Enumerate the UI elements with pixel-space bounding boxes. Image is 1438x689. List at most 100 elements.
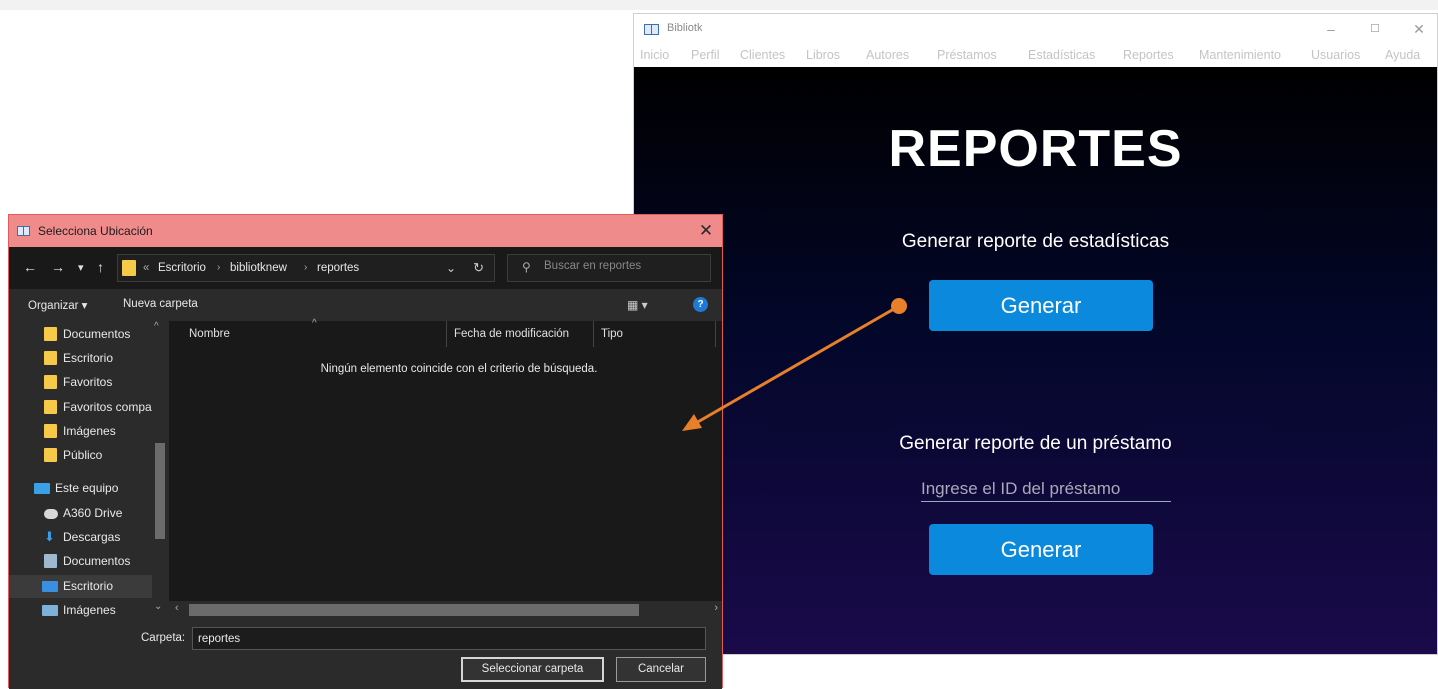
column-header-fecha[interactable]: Fecha de modificación [454, 328, 569, 340]
menu-estadisticas[interactable]: Estadísticas [1028, 48, 1095, 62]
nav-item-escritorio-pc[interactable]: Escritorio [9, 575, 157, 598]
nav-item-favoritos-compartidos[interactable]: Favoritos compa [9, 396, 157, 419]
scrollbar-thumb[interactable] [189, 604, 639, 616]
scroll-left-chevron-icon[interactable]: ‹ [175, 602, 179, 614]
dialog-titlebar: Selecciona Ubicación ✕ [9, 215, 722, 247]
nav-item-imagenes-pc[interactable]: Imágenes [9, 599, 157, 617]
breadcrumb-overflow[interactable]: « [143, 262, 149, 274]
nav-item-escritorio[interactable]: Escritorio [9, 347, 157, 370]
nav-item-label: Imágenes [63, 603, 116, 617]
select-folder-button[interactable]: Seleccionar carpeta [461, 657, 604, 682]
nav-item-label: Descargas [63, 530, 121, 544]
loan-id-input[interactable] [921, 476, 1171, 502]
nav-item-label: Documentos [63, 327, 131, 341]
nav-item-label: Documentos [63, 554, 131, 568]
cancel-button[interactable]: Cancelar [616, 657, 706, 682]
minimize-button[interactable]: – [1314, 18, 1348, 40]
dialog-footer: Carpeta: Seleccionar carpeta Cancelar [9, 617, 722, 689]
column-divider[interactable] [446, 321, 447, 347]
menu-bar: Inicio Perfil Clientes Libros Autores Pr… [634, 45, 1437, 67]
nav-item-imagenes[interactable]: Imágenes [9, 420, 157, 443]
up-arrow-icon[interactable]: ↑ [97, 259, 104, 275]
recent-locations-chevron-icon[interactable]: ▾ [78, 261, 84, 274]
dialog-title: Selecciona Ubicación [38, 224, 153, 238]
menu-usuarios[interactable]: Usuarios [1311, 48, 1360, 62]
nav-item-label: Público [63, 448, 103, 462]
menu-reportes[interactable]: Reportes [1123, 48, 1174, 62]
menu-prestamos[interactable]: Préstamos [937, 48, 997, 62]
menu-inicio[interactable]: Inicio [640, 48, 669, 62]
forward-arrow-icon[interactable]: → [51, 259, 65, 275]
nav-item-label: Favoritos compa [63, 400, 152, 414]
folder-icon [44, 375, 57, 389]
page-title: REPORTES [888, 120, 1183, 178]
scroll-right-chevron-icon[interactable]: › [714, 602, 718, 614]
menu-mantenimiento[interactable]: Mantenimiento [1199, 48, 1281, 62]
nav-item-label: Favoritos [63, 375, 113, 389]
search-icon: ⚲ [522, 260, 531, 274]
new-folder-button[interactable]: Nueva carpeta [123, 298, 198, 310]
sort-up-chevron-icon: ^ [312, 318, 317, 329]
nav-item-a360-drive[interactable]: A360 Drive [9, 502, 157, 525]
column-header-nombre[interactable]: Nombre [189, 328, 230, 340]
dialog-close-button[interactable]: ✕ [692, 219, 720, 243]
breadcrumb-escritorio[interactable]: Escritorio [158, 262, 206, 274]
generate-stats-button[interactable]: Generar [929, 280, 1153, 331]
nav-pane-scrollbar[interactable]: ^ ⌄ [152, 321, 168, 617]
column-divider[interactable] [593, 321, 594, 347]
menu-ayuda[interactable]: Ayuda [1385, 48, 1420, 62]
back-arrow-icon[interactable]: ← [23, 259, 37, 275]
scrollbar-thumb[interactable] [155, 443, 165, 539]
nav-item-descargas[interactable]: ⬇ Descargas [9, 526, 157, 549]
column-divider[interactable] [715, 321, 716, 347]
download-icon: ⬇ [44, 529, 55, 544]
organize-menu-button[interactable]: Organizar ▾ [28, 298, 87, 312]
search-box[interactable]: ⚲ [507, 254, 711, 282]
loan-report-label: Generar reporte de un préstamo [899, 433, 1172, 454]
nav-item-label: A360 Drive [63, 506, 123, 520]
address-bar[interactable]: « Escritorio › bibliotknew › reportes ⌄ … [117, 254, 495, 282]
select-location-dialog: Selecciona Ubicación ✕ ← → ▾ ↑ « Escrito… [8, 214, 723, 689]
scroll-down-chevron-icon[interactable]: ⌄ [154, 601, 162, 612]
view-options-icon[interactable]: ▦ ▾ [627, 298, 648, 312]
stats-report-label: Generar reporte de estadísticas [901, 231, 1170, 252]
app-title: Bibliotk [667, 22, 703, 34]
desktop-strip [0, 0, 1438, 10]
menu-autores[interactable]: Autores [866, 48, 909, 62]
nav-item-documentos-pc[interactable]: Documentos [9, 550, 157, 573]
file-list: ^ Nombre Fecha de modificación Tipo Ning… [169, 318, 722, 601]
computer-icon [34, 483, 50, 494]
search-input[interactable] [544, 260, 704, 272]
menu-libros[interactable]: Libros [806, 48, 840, 62]
folder-field-label: Carpeta: [141, 632, 186, 644]
address-dropdown-icon[interactable]: ⌄ [446, 261, 456, 275]
folder-icon [44, 327, 57, 341]
breadcrumb-reportes[interactable]: reportes [317, 262, 359, 274]
folder-name-field[interactable] [192, 627, 706, 650]
nav-item-favoritos[interactable]: Favoritos [9, 371, 157, 394]
breadcrumb-separator: › [217, 262, 221, 273]
nav-item-publico[interactable]: Público [9, 444, 157, 467]
nav-item-label: Este equipo [55, 481, 119, 495]
navigation-bar: ← → ▾ ↑ « Escritorio › bibliotknew › rep… [9, 247, 722, 289]
file-list-scrollbar[interactable]: ‹ › [169, 601, 722, 617]
nav-item-label: Imágenes [63, 424, 116, 438]
book-icon [644, 24, 659, 35]
generate-loan-button[interactable]: Generar [929, 524, 1153, 575]
column-header-tipo[interactable]: Tipo [601, 328, 623, 340]
close-button[interactable]: ✕ [1402, 18, 1436, 40]
app-titlebar: Bibliotk – ☐ ✕ [634, 14, 1437, 45]
folder-icon [44, 351, 57, 365]
breadcrumb-bibliotknew[interactable]: bibliotknew [230, 262, 287, 274]
help-icon[interactable]: ? [693, 297, 708, 312]
folder-icon [44, 448, 57, 462]
menu-perfil[interactable]: Perfil [691, 48, 719, 62]
breadcrumb-separator: › [304, 262, 308, 273]
nav-item-este-equipo[interactable]: Este equipo [9, 477, 157, 500]
navigation-pane: Documentos Escritorio Favoritos Favorito… [9, 321, 169, 617]
nav-item-documentos[interactable]: Documentos [9, 323, 157, 346]
maximize-button[interactable]: ☐ [1358, 18, 1392, 40]
menu-clientes[interactable]: Clientes [740, 48, 785, 62]
scroll-up-chevron-icon[interactable]: ^ [154, 321, 159, 332]
refresh-icon[interactable]: ↻ [473, 260, 484, 276]
